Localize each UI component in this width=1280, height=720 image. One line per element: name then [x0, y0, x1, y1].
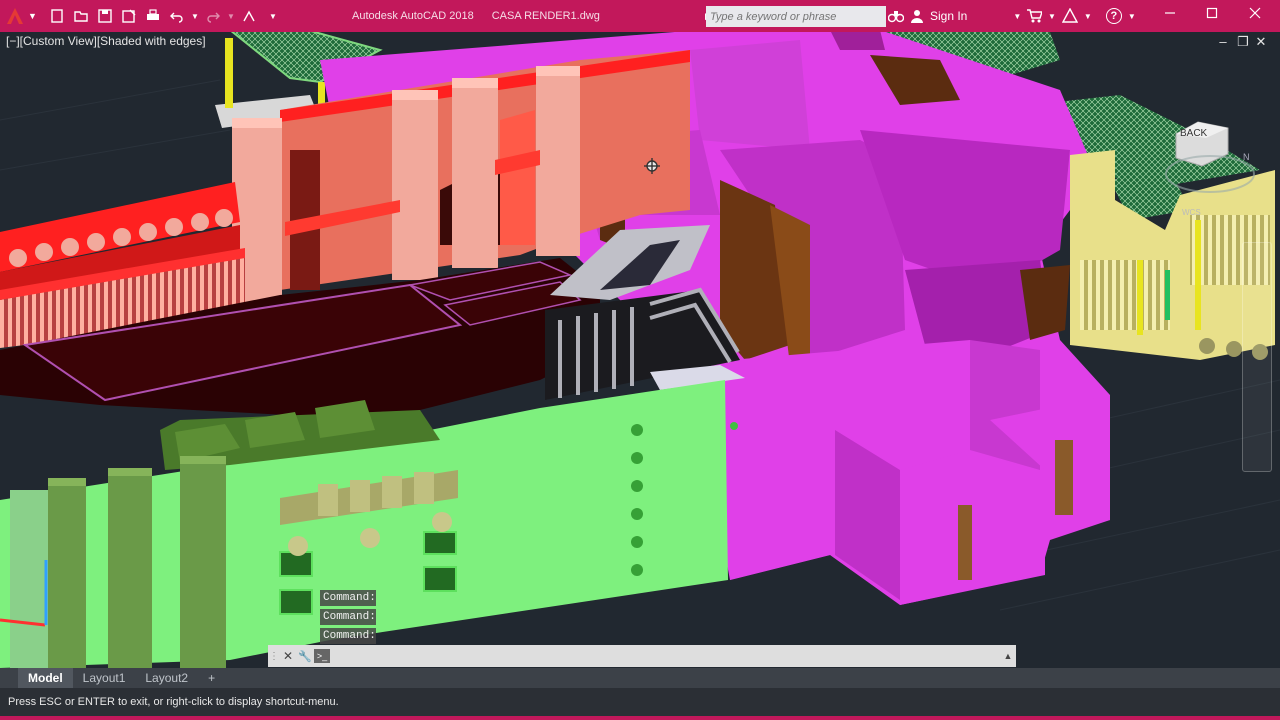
sign-in-area: Sign In ▼	[888, 0, 1021, 32]
save-as-icon[interactable]	[118, 5, 140, 27]
redo-icon[interactable]	[202, 5, 224, 27]
binoculars-icon[interactable]	[888, 8, 904, 24]
window-bottom-border	[0, 716, 1280, 720]
customize-icon[interactable]: ▼	[262, 5, 284, 27]
share-icon[interactable]	[238, 5, 260, 27]
viewcube-wcs-label[interactable]: WCS	[1182, 208, 1201, 217]
app-menu-arrow-icon: ▼	[28, 11, 37, 21]
minimize-button[interactable]	[1148, 0, 1192, 26]
svg-text:N: N	[1243, 152, 1250, 162]
command-grip-icon[interactable]: ⋮	[268, 651, 280, 662]
tab-layout1[interactable]: Layout1	[73, 668, 136, 688]
a360-icon[interactable]	[1061, 8, 1078, 24]
3d-model-render[interactable]	[0, 32, 1280, 668]
cart-icon[interactable]	[1026, 8, 1042, 24]
green-pillars	[0, 456, 226, 668]
title-bar: ▼ ▼ ▼ ▼ Autodesk AutoCAD 2018 CASA RENDE…	[0, 0, 1280, 32]
help-dropdown-icon[interactable]: ▼	[1128, 12, 1136, 21]
command-prompt-icon[interactable]: >_	[314, 649, 330, 663]
command-history-line: Command:	[320, 628, 376, 644]
redo-dropdown-icon[interactable]: ▼	[226, 5, 236, 27]
sign-in-button[interactable]: Sign In	[930, 9, 967, 23]
viewport-minimize-icon[interactable]: –	[1214, 34, 1232, 49]
search-input[interactable]	[706, 10, 866, 23]
viewport-controls-label[interactable]: [−][Custom View][Shaded with edges]	[6, 34, 206, 48]
drawing-viewport[interactable]: N BACK WCS [−][Custom View][Shaded with …	[0, 32, 1280, 668]
navigation-bar[interactable]	[1242, 242, 1272, 472]
new-icon[interactable]	[46, 5, 68, 27]
open-icon[interactable]	[70, 5, 92, 27]
autocad-logo-icon	[7, 8, 23, 24]
a360-dropdown-icon[interactable]: ▼	[1084, 12, 1092, 21]
command-close-icon[interactable]: ✕	[280, 649, 296, 663]
close-icon	[1249, 7, 1261, 19]
minimize-icon	[1165, 12, 1175, 14]
command-history-line: Command:	[320, 609, 376, 625]
status-prompt: Press ESC or ENTER to exit, or right-cli…	[8, 696, 339, 708]
layout-tabs: Model Layout1 Layout2 +	[0, 668, 1280, 688]
tab-layout2[interactable]: Layout2	[135, 668, 198, 688]
add-layout-button[interactable]: +	[198, 668, 225, 688]
window-title: Autodesk AutoCAD 2018 CASA RENDER1.dwg	[352, 0, 600, 32]
save-icon[interactable]	[94, 5, 116, 27]
right-toolbar: ▼ ▼ ? ▼	[1026, 0, 1136, 32]
undo-dropdown-icon[interactable]: ▼	[190, 5, 200, 27]
viewport-close-icon[interactable]: ✕	[1252, 34, 1270, 50]
quick-access-toolbar: ▼ ▼ ▼	[46, 0, 284, 32]
search-box	[706, 6, 886, 27]
maximize-button[interactable]	[1190, 0, 1234, 26]
tab-model[interactable]: Model	[18, 668, 73, 688]
user-icon	[911, 10, 923, 23]
maximize-icon	[1206, 7, 1218, 19]
command-input[interactable]	[330, 647, 1000, 665]
sign-in-dropdown-icon[interactable]: ▼	[1013, 12, 1021, 21]
status-bar: Press ESC or ENTER to exit, or right-cli…	[0, 688, 1280, 716]
command-customize-icon[interactable]: 🔧	[296, 650, 314, 663]
file-name: CASA RENDER1.dwg	[491, 10, 600, 22]
viewcube-back-label: BACK	[1180, 128, 1208, 139]
autocad-window: ▼ ▼ ▼ ▼ Autodesk AutoCAD 2018 CASA RENDE…	[0, 0, 1280, 720]
viewcube[interactable]: N BACK WCS	[1160, 94, 1260, 217]
viewport-restore-icon[interactable]: ❐	[1234, 34, 1252, 50]
close-button[interactable]	[1233, 0, 1277, 26]
print-icon[interactable]	[142, 5, 164, 27]
command-line: ⋮ ✕ 🔧 >_ ▲	[268, 645, 1016, 667]
undo-icon[interactable]	[166, 5, 188, 27]
cart-dropdown-icon[interactable]: ▼	[1048, 12, 1056, 21]
command-history-toggle-icon[interactable]: ▲	[1000, 651, 1016, 661]
command-history-line: Command:	[320, 590, 376, 606]
help-icon[interactable]: ?	[1105, 8, 1122, 24]
app-name: Autodesk AutoCAD 2018	[352, 10, 474, 22]
app-menu-button[interactable]: ▼	[4, 0, 37, 32]
